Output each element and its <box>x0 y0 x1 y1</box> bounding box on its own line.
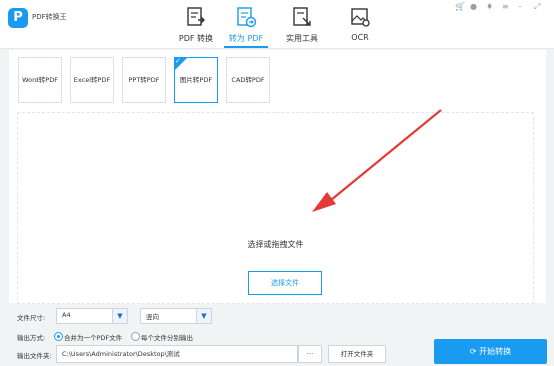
tab-label: 实用工具 <box>286 34 318 43</box>
output-path-field[interactable]: C:\Users\Administrator\Desktop\测试 <box>56 345 298 363</box>
cart-icon[interactable]: 🛒 <box>455 2 465 11</box>
image-scan-icon <box>351 8 370 27</box>
subtab-image-to-pdf[interactable]: ✓ 图片转PDF <box>174 57 218 103</box>
output-folder-label: 输出文件夹: <box>17 352 52 360</box>
app-logo: P <box>8 8 28 28</box>
subtab-excel-to-pdf[interactable]: Excel转PDF <box>70 57 114 103</box>
selected-corner-indicator: ✓ <box>174 57 188 71</box>
start-button-label: 开始转换 <box>479 347 512 356</box>
top-bar: P PDF转换王 PDF 转换 转为 PDF 实用工具 OCR 🛒 ● ♦ ≡ … <box>0 0 554 49</box>
size-select[interactable]: A4 ▼ <box>56 308 128 324</box>
chevron-down-icon: ▼ <box>196 309 211 323</box>
document-arrow-icon <box>237 7 257 28</box>
document-edit-icon <box>187 7 205 26</box>
orientation-value: 竖向 <box>146 313 159 321</box>
app-title: PDF转换王 <box>32 13 67 21</box>
size-value: A4 <box>62 311 71 319</box>
output-path-value: C:\Users\Administrator\Desktop\测试 <box>62 350 180 358</box>
tab-ocr[interactable]: OCR <box>332 4 388 46</box>
tab-tools[interactable]: 实用工具 <box>274 4 330 46</box>
subtab-ppt-to-pdf[interactable]: PPT转PDF <box>122 57 166 103</box>
document-tools-icon <box>293 7 311 26</box>
choose-file-button[interactable]: 选择文件 <box>248 271 322 295</box>
tab-pdf-convert[interactable]: PDF 转换 <box>168 4 224 46</box>
bell-icon[interactable]: ♦ <box>486 2 493 11</box>
tab-label: OCR <box>351 33 369 42</box>
output-mode-label: 输出方式: <box>17 334 46 342</box>
start-convert-button[interactable]: ⟳ 开始转换 <box>434 339 547 364</box>
check-icon: ✓ <box>175 57 181 65</box>
user-icon[interactable]: ● <box>470 2 477 11</box>
subtab-word-to-pdf[interactable]: Word转PDF <box>18 57 62 103</box>
minimize-icon[interactable]: – <box>518 2 522 11</box>
menu-icon[interactable]: ≡ <box>502 2 509 11</box>
separate-option-label[interactable]: 每个文件分别输出 <box>141 332 193 342</box>
subtab-cad-to-pdf[interactable]: CAD转PDF <box>226 57 270 103</box>
file-drop-zone[interactable]: 选择或拖拽文件 选择文件 <box>17 112 534 304</box>
merge-option-label[interactable]: 合并为一个PDF文件 <box>64 332 122 342</box>
tab-label: 转为 PDF <box>228 34 264 43</box>
refresh-icon: ⟳ <box>469 347 477 356</box>
tab-label: PDF 转换 <box>178 34 214 43</box>
merge-radio[interactable] <box>54 332 63 341</box>
subtab-label: 图片转PDF <box>179 76 213 84</box>
chevron-down-icon: ▼ <box>112 309 127 323</box>
maximize-icon[interactable]: ⤢ <box>534 2 540 12</box>
orientation-select[interactable]: 竖向 ▼ <box>140 308 212 324</box>
size-label: 文件尺寸: <box>17 314 46 322</box>
browse-button[interactable]: ... <box>298 345 322 363</box>
separate-radio[interactable] <box>131 332 140 341</box>
tab-to-pdf[interactable]: 转为 PDF <box>218 4 274 48</box>
main-panel: Word转PDF Excel转PDF PPT转PDF ✓ 图片转PDF CAD转… <box>9 50 546 304</box>
open-folder-button[interactable]: 打开文件夹 <box>328 345 386 363</box>
drop-hint: 选择或拖拽文件 <box>247 240 304 249</box>
